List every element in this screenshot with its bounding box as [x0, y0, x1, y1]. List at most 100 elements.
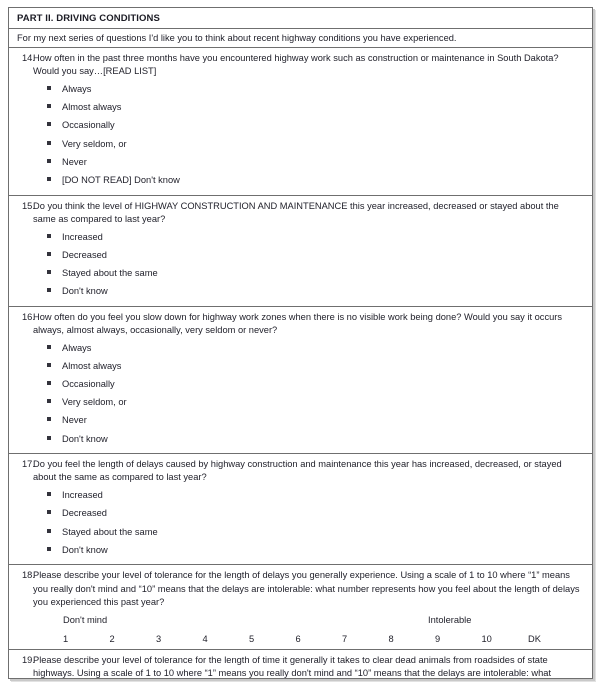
question-number: 15. — [22, 200, 35, 211]
scale-point-dk[interactable]: DK — [528, 634, 575, 644]
answer-option-label: Occasionally — [62, 120, 115, 131]
question-text: Please describe your level of tolerance … — [33, 570, 580, 607]
answer-option[interactable]: Increased — [13, 228, 584, 246]
scale-point[interactable]: 10 — [482, 634, 529, 644]
bullet-square-icon — [47, 233, 51, 238]
bullet-square-icon — [47, 399, 51, 404]
answer-option-label: Don't know — [62, 286, 108, 297]
scale-low-anchor-label: Don't mind — [63, 614, 108, 625]
question-text: Do you think the level of HIGHWAY CONSTR… — [33, 200, 559, 224]
question-row: 19. Please describe your level of tolera… — [13, 654, 584, 679]
answer-option-label: Occasionally — [62, 379, 115, 390]
scale-point[interactable]: 2 — [110, 634, 157, 644]
bullet-square-icon — [47, 510, 51, 515]
bullet-square-icon — [47, 435, 51, 440]
answer-option[interactable]: Stayed about the same — [13, 264, 584, 282]
answer-option-label: Very seldom, or — [62, 397, 127, 408]
answer-option-label: Decreased — [62, 249, 107, 260]
scale-point-row: 1 2 3 4 5 6 7 8 9 10 DK — [43, 634, 578, 644]
question-text: Do you feel the length of delays caused … — [33, 459, 562, 483]
question-number: 18. — [22, 570, 35, 581]
rating-scale: Don't mind Intolerable 1 2 3 4 5 6 7 8 9… — [13, 615, 584, 644]
answer-options-list: Increased Decreased Stayed about the sam… — [13, 487, 584, 560]
scale-point[interactable]: 9 — [435, 634, 482, 644]
answer-option-label: Almost always — [62, 360, 122, 371]
answer-option-label: Don't know — [62, 544, 108, 555]
question-row: 18. Please describe your level of tolera… — [13, 569, 584, 609]
scale-point[interactable]: 6 — [296, 634, 343, 644]
question-block-17: 17. Do you feel the length of delays cau… — [9, 453, 592, 564]
answer-option[interactable]: Increased — [13, 487, 584, 505]
question-block-14: 14. How often in the past three months h… — [9, 47, 592, 195]
answer-option[interactable]: Occasionally — [13, 375, 584, 393]
bullet-square-icon — [47, 176, 51, 181]
answer-option[interactable]: Occasionally — [13, 117, 584, 135]
question-block-15: 15. Do you think the level of HIGHWAY CO… — [9, 194, 592, 306]
bullet-square-icon — [47, 528, 51, 533]
answer-option[interactable]: Always — [13, 339, 584, 357]
bullet-square-icon — [47, 362, 51, 367]
bullet-square-icon — [47, 269, 51, 274]
question-row: 15. Do you think the level of HIGHWAY CO… — [13, 200, 584, 226]
question-text: Please describe your level of tolerance … — [33, 654, 552, 679]
bullet-square-icon — [47, 344, 51, 349]
answer-option[interactable]: Very seldom, or — [13, 394, 584, 412]
bullet-square-icon — [47, 86, 51, 90]
question-row: 17. Do you feel the length of delays cau… — [13, 458, 584, 484]
answer-option-label: Stayed about the same — [62, 267, 158, 278]
bullet-square-icon — [47, 104, 51, 109]
question-text: How often do you feel you slow down for … — [33, 311, 563, 335]
answer-option[interactable]: Always — [13, 80, 584, 98]
scale-point[interactable]: 4 — [203, 634, 250, 644]
scale-point[interactable]: 8 — [389, 634, 436, 644]
answer-option[interactable]: Stayed about the same — [13, 523, 584, 541]
answer-option[interactable]: Don't know — [13, 283, 584, 301]
scale-anchor-labels: Don't mind Intolerable — [43, 615, 578, 628]
scale-point[interactable]: 5 — [249, 634, 296, 644]
answer-option-label: Increased — [62, 231, 103, 242]
bullet-square-icon — [47, 492, 51, 497]
answer-option-label: Increased — [62, 490, 103, 501]
bullet-square-icon — [47, 288, 51, 293]
question-block-19: 19. Please describe your level of tolera… — [9, 648, 592, 679]
bullet-square-icon — [47, 381, 51, 386]
question-text: How often in the past three months have … — [33, 53, 559, 77]
section-title: PART II. DRIVING CONDITIONS — [17, 13, 160, 24]
answer-options-list: Always Almost always Occasionally Very s… — [13, 80, 584, 189]
answer-option[interactable]: Decreased — [13, 246, 584, 264]
question-number: 16. — [22, 311, 35, 322]
answer-option[interactable]: Almost always — [13, 99, 584, 117]
answer-option[interactable]: Almost always — [13, 357, 584, 375]
answer-option-label: Always — [62, 84, 92, 94]
answer-option[interactable]: Don't know — [13, 430, 584, 448]
answer-option[interactable]: Don't know — [13, 541, 584, 559]
answer-option[interactable]: Decreased — [13, 505, 584, 523]
question-row: 14. How often in the past three months h… — [13, 52, 584, 78]
bullet-square-icon — [47, 546, 51, 551]
answer-option[interactable]: Never — [13, 153, 584, 171]
answer-option-label: Stayed about the same — [62, 526, 158, 537]
answer-option-label: Very seldom, or — [62, 138, 127, 149]
question-block-16: 16. How often do you feel you slow down … — [9, 305, 592, 454]
answer-option[interactable]: [DO NOT READ] Don't know — [13, 171, 584, 189]
scale-point[interactable]: 3 — [156, 634, 203, 644]
question-number: 14. — [22, 53, 35, 63]
answer-option-label: [DO NOT READ] Don't know — [62, 174, 180, 185]
answer-option-label: Decreased — [62, 508, 107, 519]
bullet-square-icon — [47, 417, 51, 422]
answer-option[interactable]: Never — [13, 412, 584, 430]
answer-option-label: Almost always — [62, 102, 122, 113]
survey-form-frame: PART II. DRIVING CONDITIONS For my next … — [8, 7, 593, 679]
answer-option[interactable]: Very seldom, or — [13, 135, 584, 153]
answer-options-list: Always Almost always Occasionally Very s… — [13, 339, 584, 448]
bullet-square-icon — [47, 158, 51, 163]
bullet-square-icon — [47, 251, 51, 256]
scale-point[interactable]: 1 — [63, 634, 110, 644]
question-row: 16. How often do you feel you slow down … — [13, 311, 584, 337]
answer-options-list: Increased Decreased Stayed about the sam… — [13, 228, 584, 301]
question-number: 19. — [22, 654, 35, 665]
survey-page: PART II. DRIVING CONDITIONS For my next … — [0, 0, 600, 684]
bullet-square-icon — [47, 122, 51, 127]
scale-point[interactable]: 7 — [342, 634, 389, 644]
section-intro-text: For my next series of questions I'd like… — [9, 28, 592, 47]
